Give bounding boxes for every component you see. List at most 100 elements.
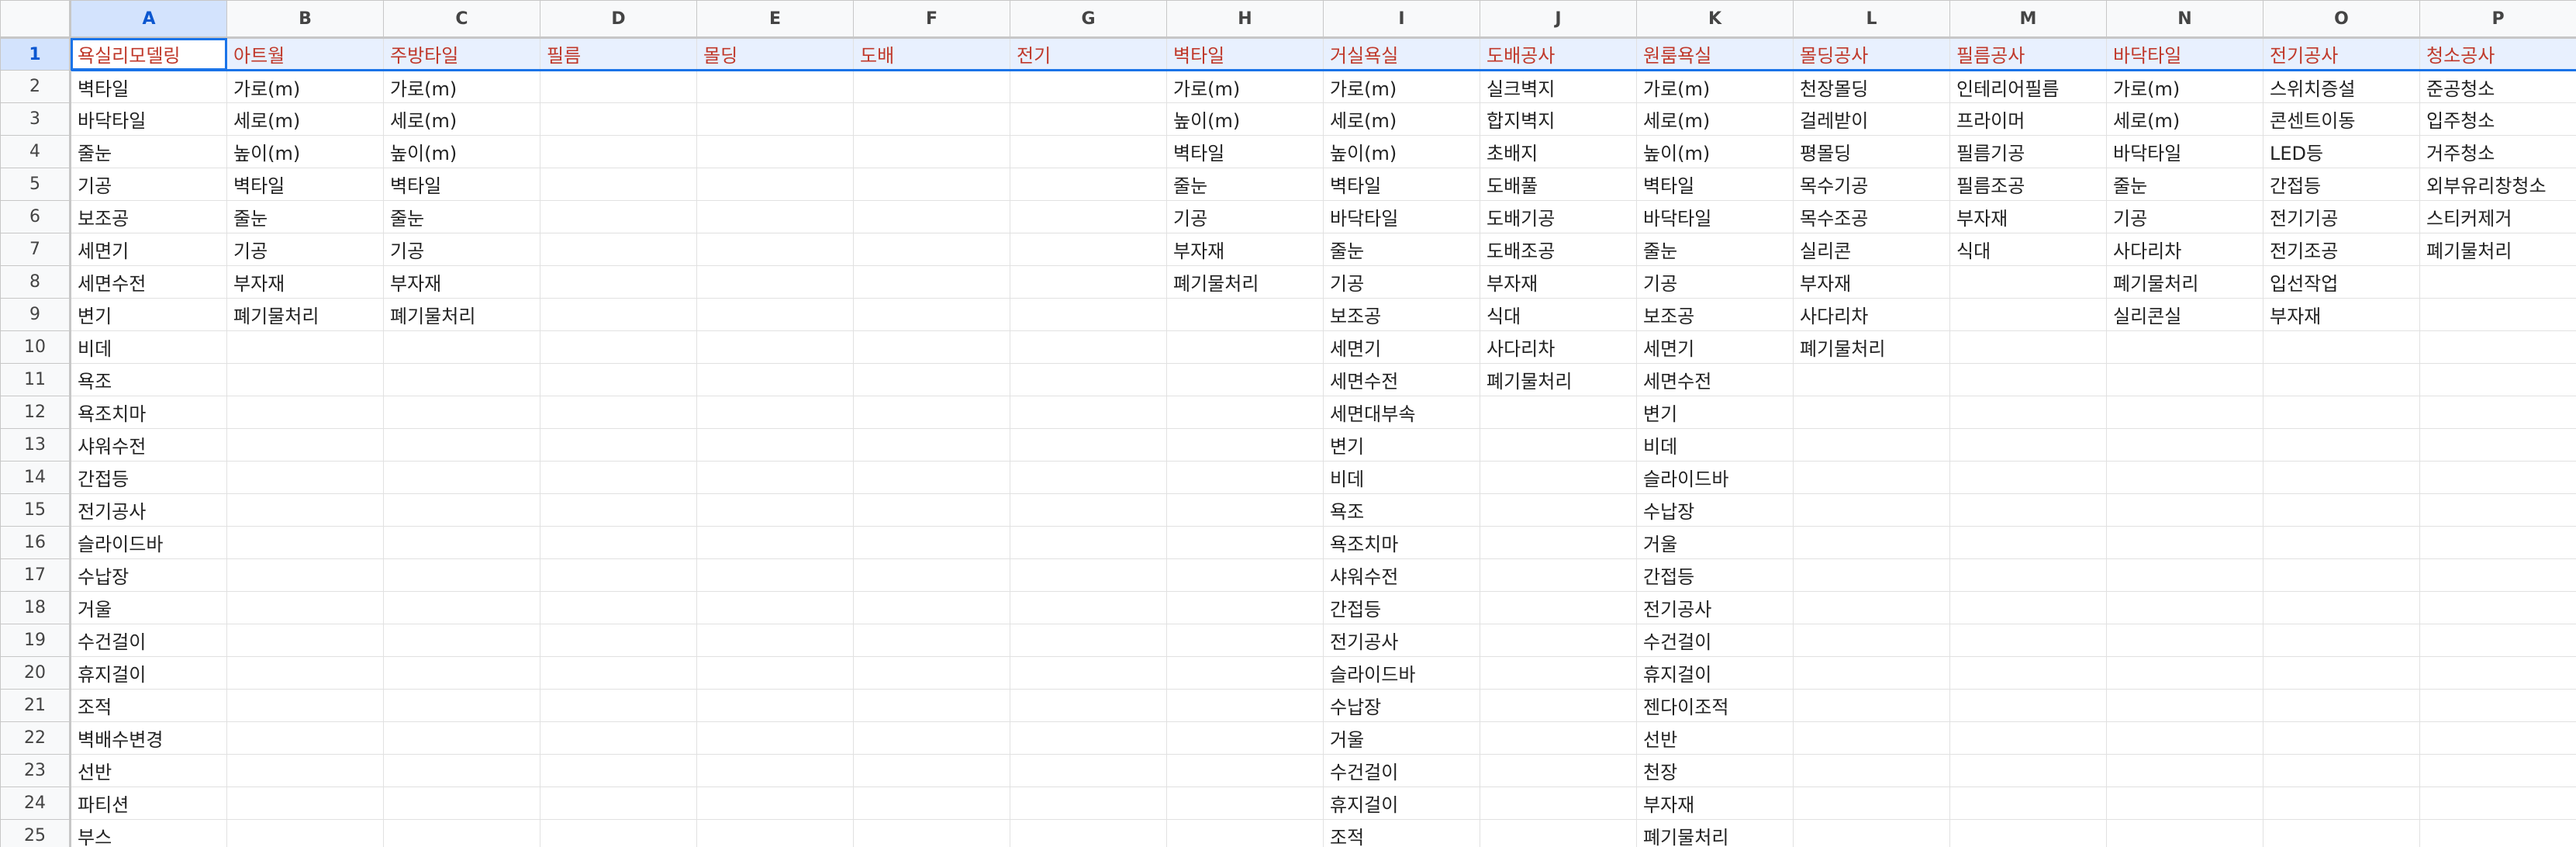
cell-g10[interactable]	[1010, 330, 1167, 364]
column-header-j[interactable]: J	[1480, 0, 1637, 39]
cell-b5[interactable]: 벽타일	[226, 168, 384, 201]
cell-c16[interactable]	[383, 526, 540, 559]
cell-l10[interactable]: 폐기물처리	[1793, 330, 1950, 364]
cell-a25[interactable]: 부스	[70, 819, 227, 847]
cell-h6[interactable]: 기공	[1166, 200, 1324, 233]
cell-b16[interactable]	[226, 526, 384, 559]
row-header[interactable]: 2	[0, 70, 71, 103]
cell-i11[interactable]: 세면수전	[1323, 363, 1480, 396]
cell-e2[interactable]	[696, 70, 854, 103]
cell-e20[interactable]	[696, 656, 854, 690]
cell-a12[interactable]: 욕조치마	[70, 396, 227, 429]
cell-a21[interactable]: 조적	[70, 689, 227, 722]
cell-l3[interactable]: 걸레받이	[1793, 102, 1950, 136]
cell-n5[interactable]: 줄눈	[2106, 168, 2263, 201]
cell-a16[interactable]: 슬라이드바	[70, 526, 227, 559]
cell-f7[interactable]	[853, 233, 1010, 266]
cell-e24[interactable]	[696, 786, 854, 820]
cell-i3[interactable]: 세로(m)	[1323, 102, 1480, 136]
cell-d22[interactable]	[540, 721, 697, 755]
cell-g20[interactable]	[1010, 656, 1167, 690]
cell-o23[interactable]	[2263, 754, 2420, 787]
row-header[interactable]: 15	[0, 493, 71, 527]
cell-c1[interactable]: 주방타일	[383, 37, 540, 71]
cell-o1[interactable]: 전기공사	[2263, 37, 2420, 71]
cell-m18[interactable]	[1949, 591, 2107, 624]
cell-f5[interactable]	[853, 168, 1010, 201]
column-header-a[interactable]: A	[70, 0, 227, 39]
cell-o14[interactable]	[2263, 461, 2420, 494]
cell-h8[interactable]: 폐기물처리	[1166, 265, 1324, 299]
cell-d9[interactable]	[540, 298, 697, 331]
cell-p3[interactable]: 입주청소	[2419, 102, 2576, 136]
cell-l11[interactable]	[1793, 363, 1950, 396]
cell-n8[interactable]: 폐기물처리	[2106, 265, 2263, 299]
cell-n10[interactable]	[2106, 330, 2263, 364]
cell-d4[interactable]	[540, 135, 697, 168]
cell-p14[interactable]	[2419, 461, 2576, 494]
cell-l15[interactable]	[1793, 493, 1950, 527]
cell-f13[interactable]	[853, 428, 1010, 462]
cell-c15[interactable]	[383, 493, 540, 527]
cell-i4[interactable]: 높이(m)	[1323, 135, 1480, 168]
cell-j1[interactable]: 도배공사	[1480, 37, 1637, 71]
cell-d12[interactable]	[540, 396, 697, 429]
cell-n3[interactable]: 세로(m)	[2106, 102, 2263, 136]
cell-j10[interactable]: 사다리차	[1480, 330, 1637, 364]
row-header[interactable]: 14	[0, 461, 71, 494]
cell-l5[interactable]: 목수기공	[1793, 168, 1950, 201]
cell-k2[interactable]: 가로(m)	[1636, 70, 1794, 103]
cell-b25[interactable]	[226, 819, 384, 847]
cell-p9[interactable]	[2419, 298, 2576, 331]
cell-b17[interactable]	[226, 558, 384, 592]
cell-a3[interactable]: 바닥타일	[70, 102, 227, 136]
cell-j18[interactable]	[1480, 591, 1637, 624]
row-header[interactable]: 7	[0, 233, 71, 266]
cell-n18[interactable]	[2106, 591, 2263, 624]
cell-a7[interactable]: 세면기	[70, 233, 227, 266]
cell-p16[interactable]	[2419, 526, 2576, 559]
cell-a20[interactable]: 휴지걸이	[70, 656, 227, 690]
cell-l21[interactable]	[1793, 689, 1950, 722]
cell-h11[interactable]	[1166, 363, 1324, 396]
cell-b22[interactable]	[226, 721, 384, 755]
cell-l24[interactable]	[1793, 786, 1950, 820]
cell-j23[interactable]	[1480, 754, 1637, 787]
cell-l1[interactable]: 몰딩공사	[1793, 37, 1950, 71]
cell-i19[interactable]: 전기공사	[1323, 624, 1480, 657]
row-header[interactable]: 9	[0, 298, 71, 331]
cell-h25[interactable]	[1166, 819, 1324, 847]
cell-d10[interactable]	[540, 330, 697, 364]
column-header-c[interactable]: C	[383, 0, 540, 39]
cell-k1[interactable]: 원룸욕실	[1636, 37, 1794, 71]
cell-j19[interactable]	[1480, 624, 1637, 657]
cell-p25[interactable]	[2419, 819, 2576, 847]
cell-m5[interactable]: 필름조공	[1949, 168, 2107, 201]
cell-l22[interactable]	[1793, 721, 1950, 755]
cell-k25[interactable]: 폐기물처리	[1636, 819, 1794, 847]
cell-e3[interactable]	[696, 102, 854, 136]
cell-c12[interactable]	[383, 396, 540, 429]
cell-p11[interactable]	[2419, 363, 2576, 396]
cell-f11[interactable]	[853, 363, 1010, 396]
row-header[interactable]: 24	[0, 786, 71, 820]
row-header[interactable]: 8	[0, 265, 71, 299]
cell-b19[interactable]	[226, 624, 384, 657]
cell-n2[interactable]: 가로(m)	[2106, 70, 2263, 103]
cell-b12[interactable]	[226, 396, 384, 429]
cell-a2[interactable]: 벽타일	[70, 70, 227, 103]
cell-m20[interactable]	[1949, 656, 2107, 690]
cell-d1[interactable]: 필름	[540, 37, 697, 71]
cell-l13[interactable]	[1793, 428, 1950, 462]
cell-p21[interactable]	[2419, 689, 2576, 722]
cell-m19[interactable]	[1949, 624, 2107, 657]
cell-m10[interactable]	[1949, 330, 2107, 364]
cell-g7[interactable]	[1010, 233, 1167, 266]
column-header-e[interactable]: E	[696, 0, 854, 39]
cell-f14[interactable]	[853, 461, 1010, 494]
cell-i5[interactable]: 벽타일	[1323, 168, 1480, 201]
cell-h1[interactable]: 벽타일	[1166, 37, 1324, 71]
cell-m1[interactable]: 필름공사	[1949, 37, 2107, 71]
cell-d21[interactable]	[540, 689, 697, 722]
cell-m4[interactable]: 필름기공	[1949, 135, 2107, 168]
